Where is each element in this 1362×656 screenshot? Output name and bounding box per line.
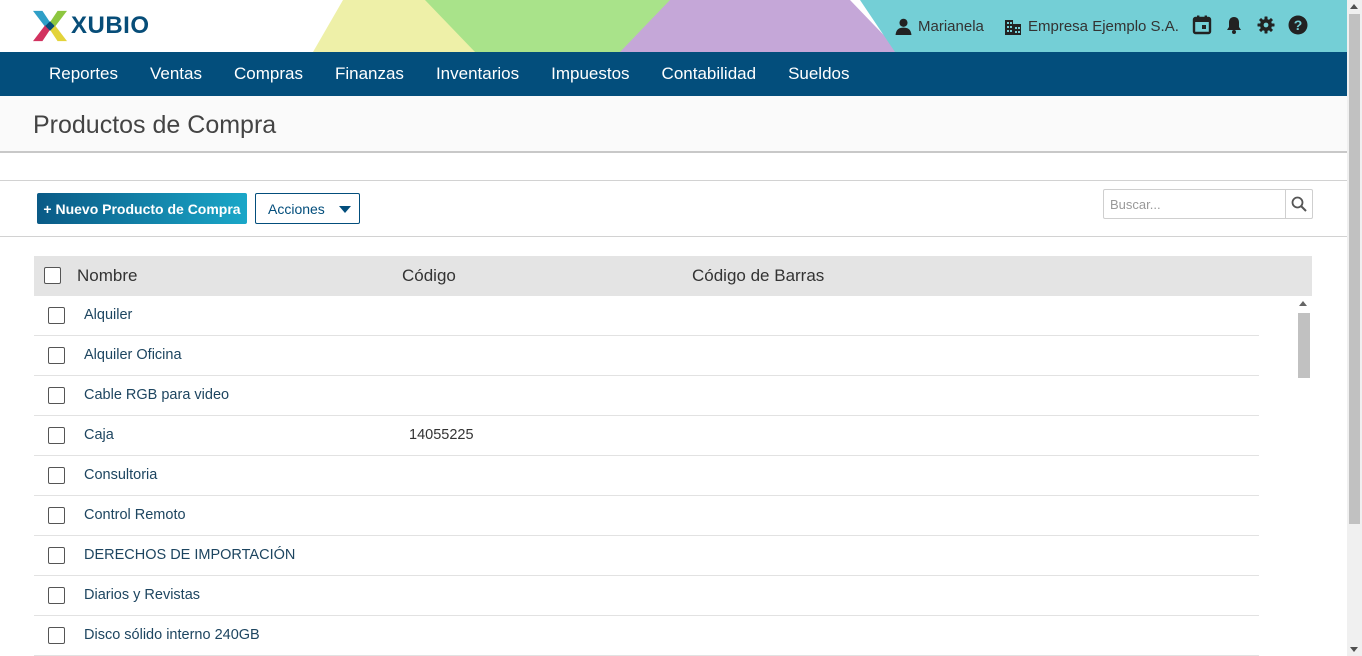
user-menu[interactable]: Marianela <box>895 0 984 52</box>
top-header: XUBIO Marianela Empresa Ejemplo S.A. ? <box>0 0 1347 52</box>
divider <box>0 236 1347 237</box>
company-menu[interactable]: Empresa Ejemplo S.A. <box>1004 0 1179 52</box>
nav-item-impuestos[interactable]: Impuestos <box>535 52 645 96</box>
table-row[interactable]: Disco sólido interno 240GB <box>34 616 1259 656</box>
scroll-down-arrow-icon[interactable] <box>1350 647 1358 652</box>
cell-nombre[interactable]: DERECHOS DE IMPORTACIÓN <box>84 547 295 563</box>
cell-nombre[interactable]: Disco sólido interno 240GB <box>84 627 260 643</box>
row-checkbox[interactable] <box>48 427 65 444</box>
search-input[interactable] <box>1104 190 1285 218</box>
cell-nombre[interactable]: Alquiler <box>84 307 132 323</box>
xubio-logo[interactable]: XUBIO <box>33 10 150 42</box>
table-body: Alquiler Alquiler Oficina Cable RGB para… <box>34 296 1259 656</box>
page-header: Productos de Compra <box>0 96 1347 153</box>
header-tools: ? <box>1191 14 1309 36</box>
column-header-codigo-barras[interactable]: Código de Barras <box>692 266 824 286</box>
logo-text: XUBIO <box>71 12 150 39</box>
search-button[interactable] <box>1285 190 1312 218</box>
table-row[interactable]: Control Remoto <box>34 496 1259 536</box>
row-checkbox[interactable] <box>48 547 65 564</box>
nav-item-sueldos[interactable]: Sueldos <box>772 52 865 96</box>
search-box <box>1103 189 1313 219</box>
row-checkbox[interactable] <box>48 587 65 604</box>
cell-nombre[interactable]: Diarios y Revistas <box>84 587 200 603</box>
table-row[interactable]: Cable RGB para video <box>34 376 1259 416</box>
row-checkbox[interactable] <box>48 467 65 484</box>
help-icon[interactable]: ? <box>1287 14 1309 36</box>
row-checkbox[interactable] <box>48 627 65 644</box>
table-row[interactable]: Diarios y Revistas <box>34 576 1259 616</box>
bell-icon[interactable] <box>1223 14 1245 36</box>
main-nav: Reportes Ventas Compras Finanzas Inventa… <box>0 52 1347 96</box>
page-scrollbar[interactable] <box>1347 0 1362 656</box>
column-header-codigo[interactable]: Código <box>402 266 456 286</box>
new-purchase-product-button[interactable]: + Nuevo Producto de Compra <box>37 193 247 224</box>
building-icon <box>1004 17 1022 35</box>
cell-nombre[interactable]: Consultoria <box>84 467 157 483</box>
page-scrollbar-thumb[interactable] <box>1349 14 1360 524</box>
nav-item-inventarios[interactable]: Inventarios <box>420 52 535 96</box>
nav-item-contabilidad[interactable]: Contabilidad <box>646 52 773 96</box>
select-all-checkbox[interactable] <box>44 267 61 284</box>
scroll-up-arrow-icon[interactable] <box>1299 301 1307 306</box>
row-checkbox[interactable] <box>48 347 65 364</box>
table-row[interactable]: DERECHOS DE IMPORTACIÓN <box>34 536 1259 576</box>
column-header-nombre[interactable]: Nombre <box>77 266 137 286</box>
company-name: Empresa Ejemplo S.A. <box>1028 17 1179 35</box>
row-checkbox[interactable] <box>48 507 65 524</box>
table-header: Nombre Código Código de Barras <box>34 256 1312 296</box>
cell-nombre[interactable]: Cable RGB para video <box>84 387 229 403</box>
svg-text:?: ? <box>1294 17 1303 33</box>
search-icon <box>1291 196 1307 212</box>
cell-nombre[interactable]: Caja <box>84 427 114 443</box>
user-icon <box>895 18 912 35</box>
xubio-logo-icon <box>33 10 67 42</box>
table-row[interactable]: Caja 14055225 <box>34 416 1259 456</box>
cell-nombre[interactable]: Control Remoto <box>84 507 186 523</box>
page-title: Productos de Compra <box>33 111 277 139</box>
row-checkbox[interactable] <box>48 387 65 404</box>
scroll-up-arrow-icon[interactable] <box>1350 4 1358 9</box>
caret-down-icon <box>339 206 351 213</box>
table-row[interactable]: Consultoria <box>34 456 1259 496</box>
nav-item-finanzas[interactable]: Finanzas <box>319 52 420 96</box>
divider <box>0 180 1347 181</box>
table-scrollbar[interactable] <box>1297 300 1310 656</box>
nav-item-ventas[interactable]: Ventas <box>134 52 218 96</box>
cell-codigo: 14055225 <box>409 427 474 443</box>
user-name: Marianela <box>918 17 984 35</box>
table-row[interactable]: Alquiler Oficina <box>34 336 1259 376</box>
cell-nombre[interactable]: Alquiler Oficina <box>84 347 182 363</box>
actions-label: Acciones <box>268 200 325 217</box>
actions-dropdown[interactable]: Acciones <box>255 193 360 224</box>
nav-item-compras[interactable]: Compras <box>218 52 319 96</box>
table-scrollbar-thumb[interactable] <box>1298 313 1310 378</box>
row-checkbox[interactable] <box>48 307 65 324</box>
calendar-icon[interactable] <box>1191 14 1213 36</box>
table-row[interactable]: Alquiler <box>34 296 1259 336</box>
nav-item-reportes[interactable]: Reportes <box>33 52 134 96</box>
gear-icon[interactable] <box>1255 14 1277 36</box>
